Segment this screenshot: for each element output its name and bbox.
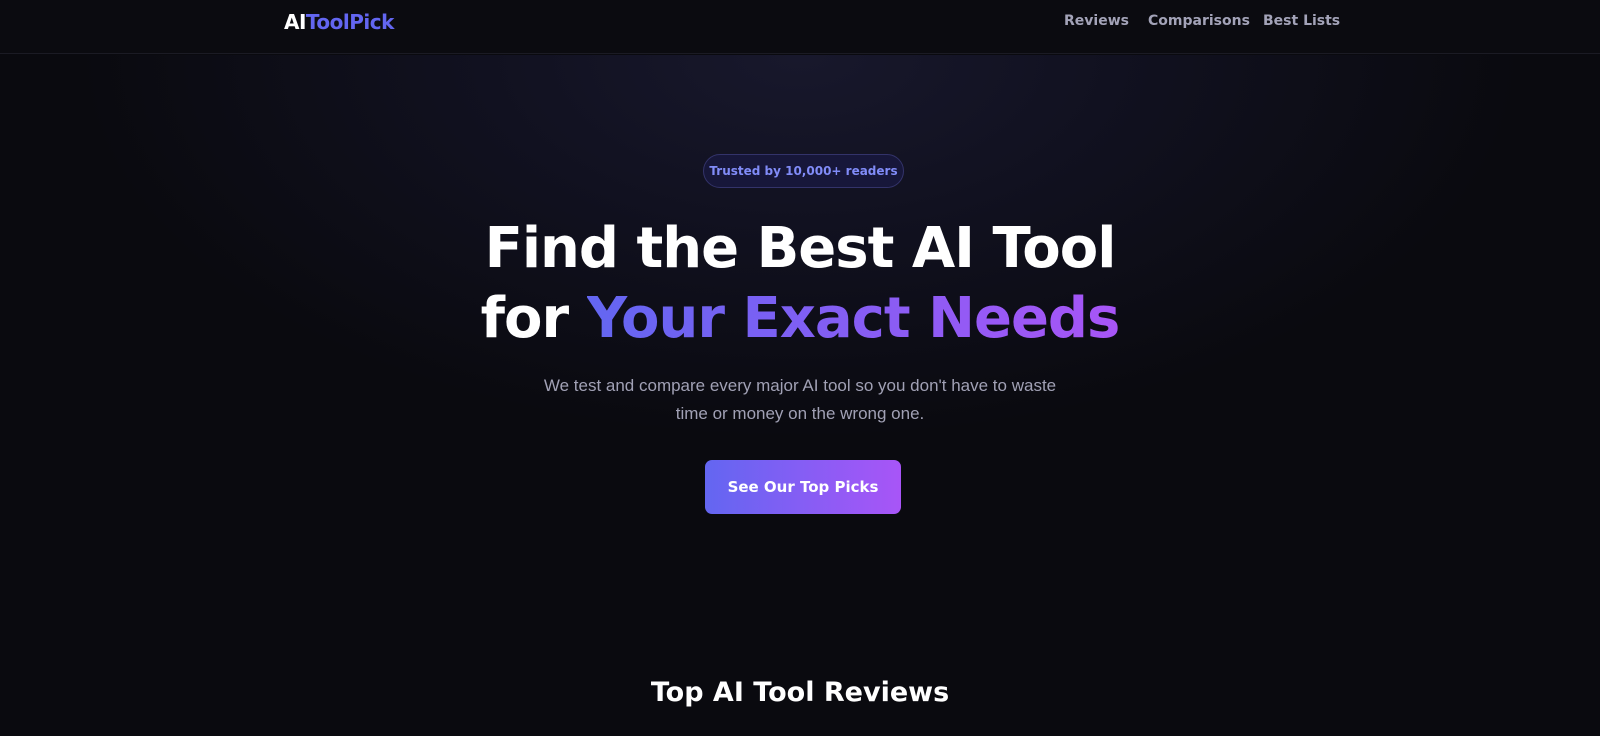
headline-line-1: Find the Best AI Tool [484, 216, 1117, 281]
nav-link-comparisons[interactable]: Comparisons [1148, 13, 1250, 29]
hero-headline: Find the Best AI Tool for Your Exact Nee… [0, 214, 1600, 354]
logo-ai-text: AI [284, 10, 306, 34]
top-navbar: AIToolPick Reviews Comparisons Best List… [0, 0, 1600, 54]
hero-subtitle: We test and compare every major AI tool … [543, 376, 1057, 423]
section-title-top-reviews: Top AI Tool Reviews [650, 677, 950, 708]
headline-line-2-gradient: Your Exact Needs [586, 286, 1121, 351]
site-logo[interactable]: AIToolPick [284, 10, 394, 34]
trust-badge: Trusted by 10,000+ readers [703, 154, 904, 188]
see-top-picks-button[interactable]: See Our Top Picks [705, 460, 901, 514]
hero-section [0, 55, 1600, 655]
headline-line-2: for Your Exact Needs [0, 284, 1600, 354]
nav-link-best-lists[interactable]: Best Lists [1263, 13, 1340, 29]
nav-link-reviews[interactable]: Reviews [1064, 13, 1129, 29]
headline-line-2-plain: for [480, 286, 569, 351]
logo-toolpick-text: ToolPick [305, 10, 395, 34]
